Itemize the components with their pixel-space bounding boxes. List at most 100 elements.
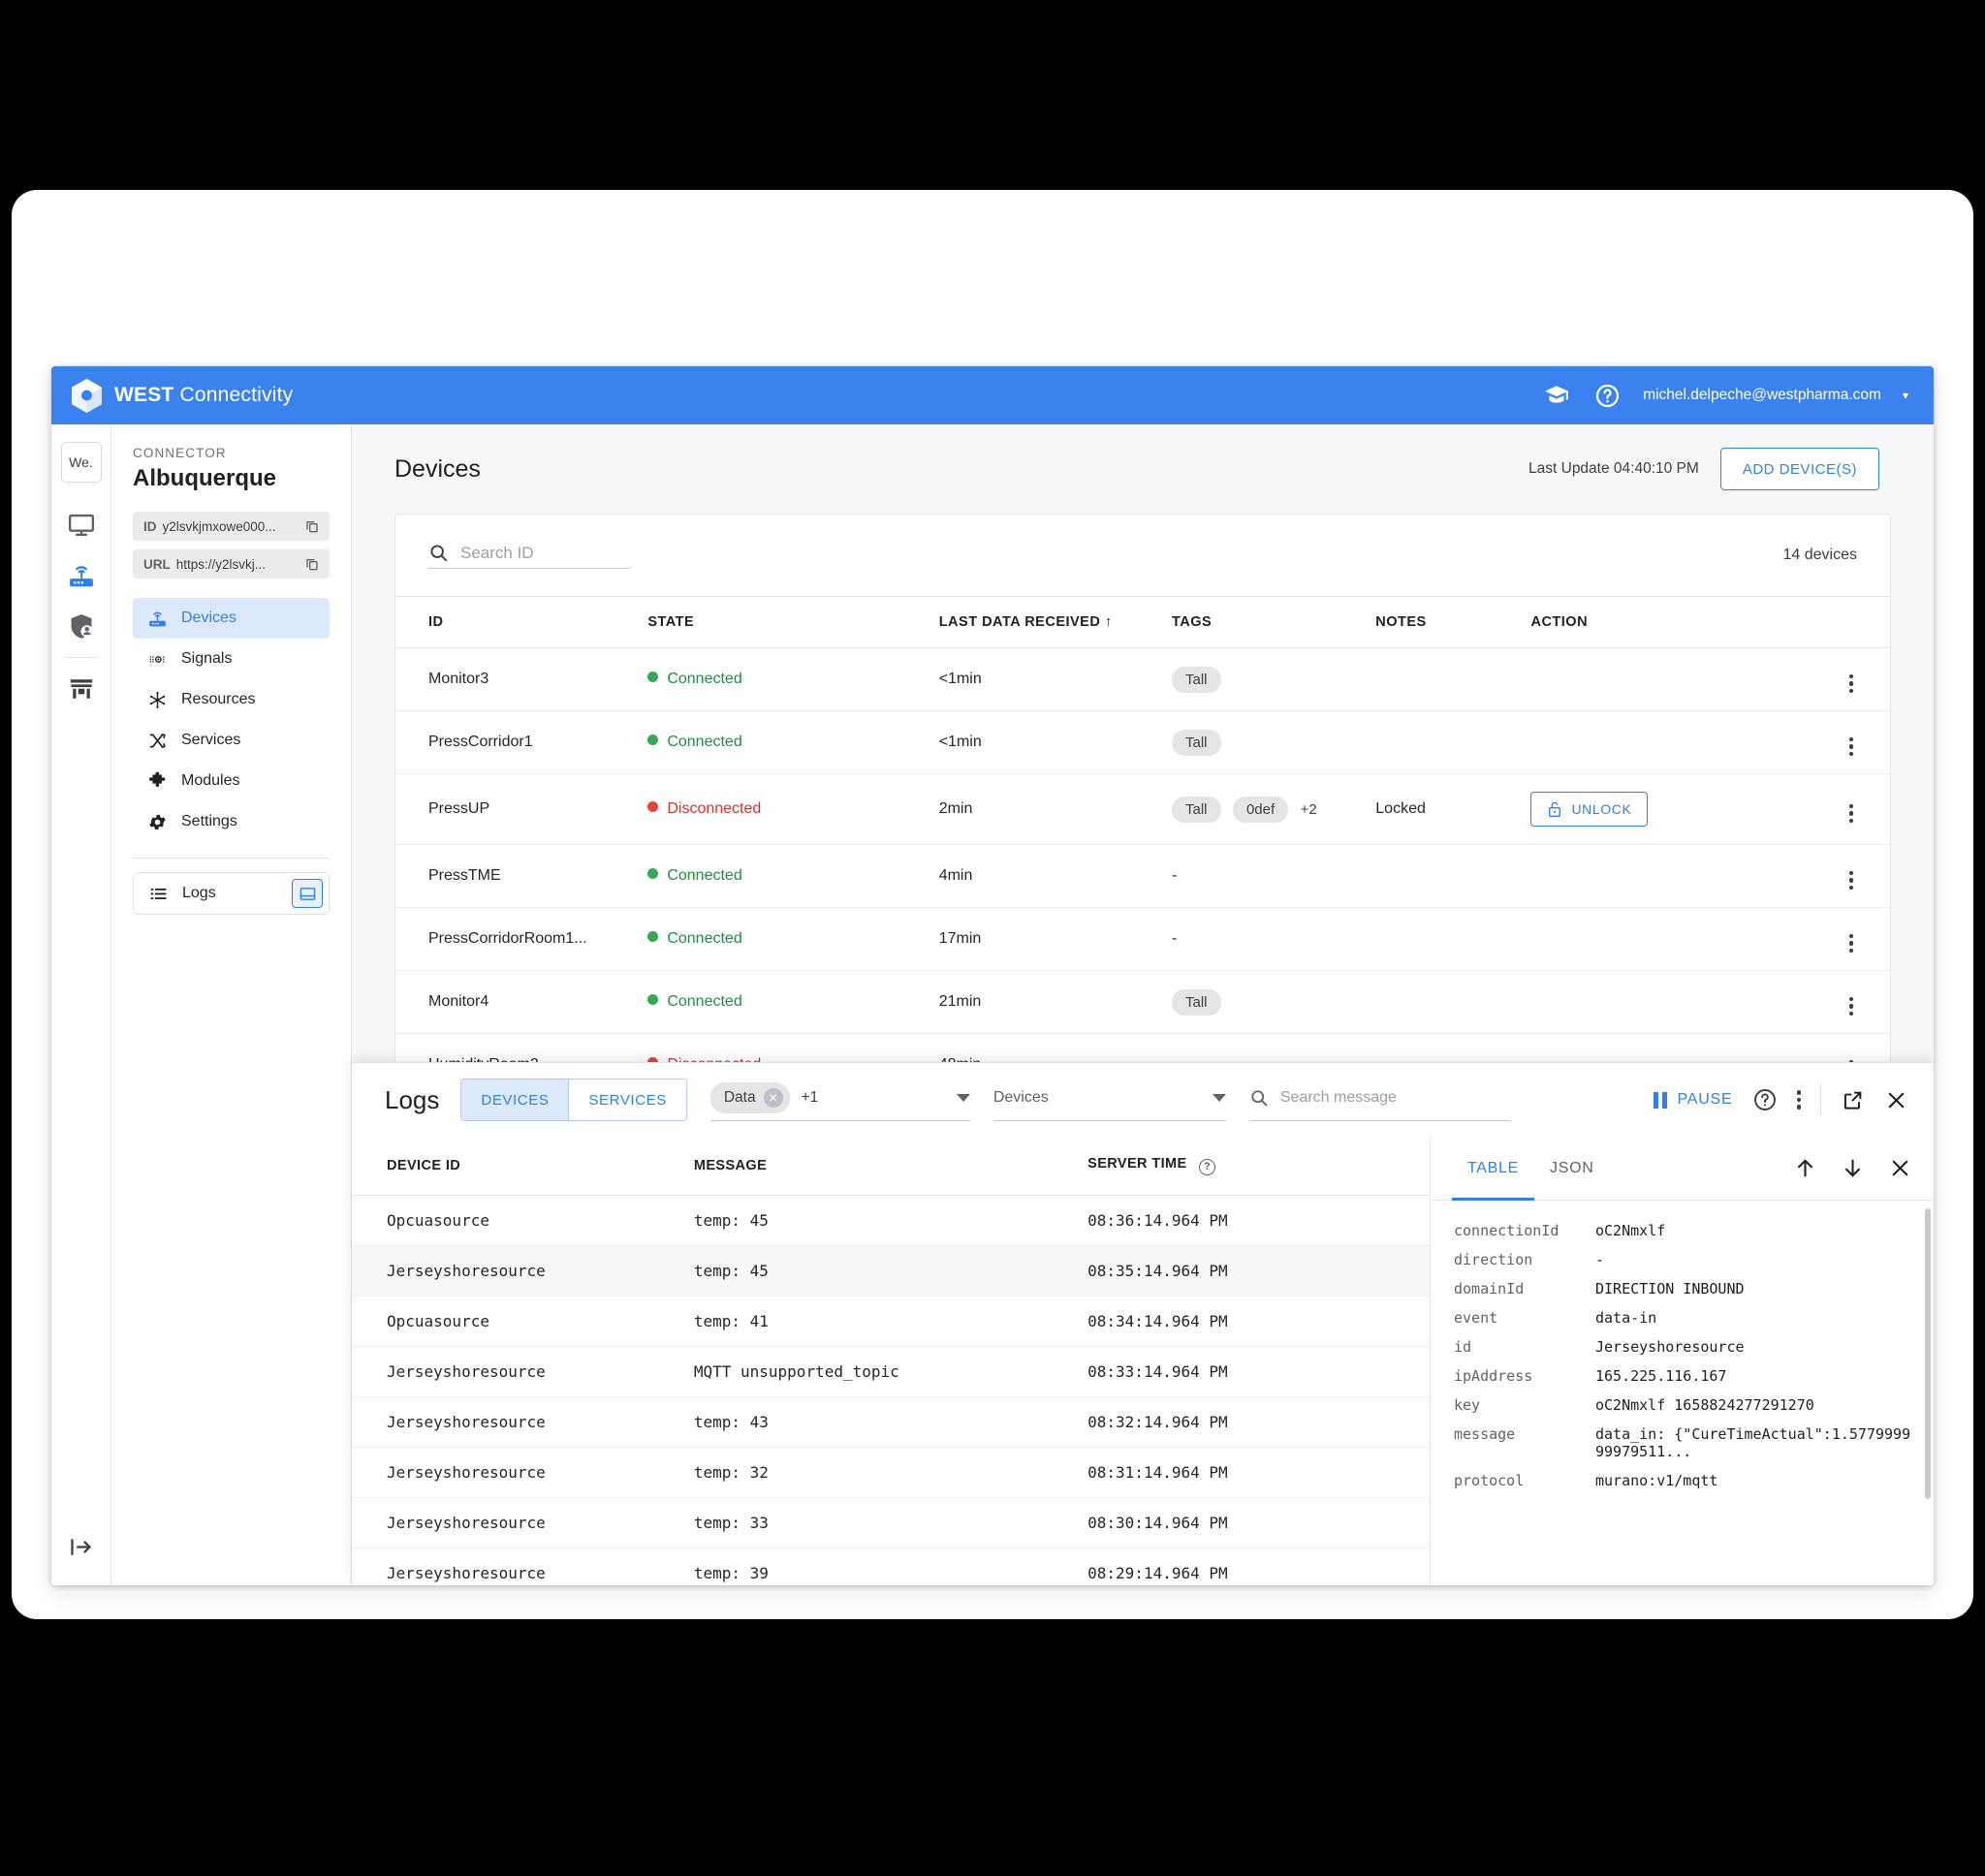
kebab-icon[interactable] [1796,1090,1801,1110]
sidebar-item-devices[interactable]: Devices [133,598,330,639]
connector-id-chip[interactable]: ID y2lsvkjmxowe000... [133,512,330,541]
cell-menu[interactable] [1802,844,1890,908]
chevron-down-icon[interactable] [1212,1094,1226,1102]
sidebar-item-signals[interactable]: Signals [133,639,330,679]
list-item[interactable]: Jerseyshoresource temp: 45 08:35:14.964 … [352,1245,1430,1297]
router-icon[interactable] [59,550,104,601]
col-notes[interactable]: NOTES [1375,596,1531,648]
table-row[interactable]: PressTME Connected 4min - [395,844,1890,908]
tab-services[interactable]: SERVICES [568,1079,686,1120]
tab-devices[interactable]: DEVICES [461,1079,569,1120]
sidebar-item-services[interactable]: Services [133,720,330,761]
arrow-down-icon[interactable] [1841,1156,1865,1180]
add-devices-button[interactable]: ADD DEVICE(S) [1719,448,1879,490]
pause-label: PAUSE [1677,1091,1733,1108]
help-circle-icon[interactable] [1752,1087,1778,1112]
cell-notes [1375,970,1531,1034]
logs-message-search[interactable] [1248,1079,1511,1121]
col-state[interactable]: STATE [647,596,939,648]
copy-icon[interactable] [302,516,322,536]
cell-menu[interactable] [1802,773,1890,845]
list-item[interactable]: Jerseyshoresource temp: 43 08:32:14.964 … [352,1396,1430,1448]
brand[interactable]: WEST Connectivity [72,378,293,413]
table-row[interactable]: Monitor4 Connected 21min Tall [395,970,1890,1034]
col-id[interactable]: ID [395,596,648,648]
table-row[interactable]: PressCorridorRoom1... Connected 17min - [395,907,1890,971]
rail-org-button[interactable]: We. [60,442,102,483]
cell-menu[interactable] [1802,647,1890,711]
table-row[interactable]: Monitor3 Connected <1min Tall [395,647,1890,711]
store-icon[interactable] [59,664,104,714]
chevron-down-icon[interactable] [956,1094,970,1102]
logs-panel-toggle-icon[interactable] [292,879,323,908]
connector-nav: CONNECTOR Albuquerque ID y2lsvkjmxowe000… [111,424,352,1585]
kebab-icon[interactable] [1848,736,1853,756]
arrow-up-icon[interactable] [1793,1156,1817,1180]
shield-user-icon[interactable] [59,601,104,651]
list-item[interactable]: Jerseyshoresource temp: 33 08:30:14.964 … [352,1497,1430,1548]
message-search-input[interactable] [1279,1089,1484,1107]
close-icon[interactable]: ✕ [763,1088,783,1108]
col-action[interactable]: ACTION [1530,596,1803,648]
log-device: Jerseyshoresource [352,1245,694,1297]
filter-chip[interactable]: Data ✕ [709,1082,790,1113]
cell-menu[interactable] [1802,710,1890,774]
close-icon[interactable] [1884,1088,1908,1112]
sidebar-item-modules[interactable]: Modules [133,761,330,801]
list-item[interactable]: Opcuasource temp: 45 08:36:14.964 PM [352,1195,1430,1246]
detail-scrollbar[interactable] [1925,1208,1931,1499]
list-item[interactable]: Jerseyshoresource MQTT unsupported_topic… [352,1346,1430,1397]
kebab-icon[interactable] [1848,870,1853,890]
kebab-icon[interactable] [1848,933,1853,953]
logs-source-toggle: DEVICES SERVICES [460,1079,687,1121]
chevron-down-icon[interactable]: ▾ [1903,389,1908,402]
graduation-cap-icon[interactable] [1542,381,1571,410]
close-icon[interactable] [1888,1156,1912,1180]
table-row[interactable]: PressCorridor1 Connected <1min Tall [395,710,1890,774]
log-device: Jerseyshoresource [352,1396,694,1448]
log-detail-panel: TABLE JSON connectionId oC2Nmxlf directi… [1431,1137,1934,1585]
device-search[interactable] [428,543,630,569]
table-row[interactable]: PressUP Disconnected 2min Tall 0def +2 L… [395,773,1890,845]
cell-last: <1min [938,647,1172,711]
sidebar-item-label: Modules [181,772,240,789]
cell-menu[interactable] [1802,970,1890,1034]
cell-tags: Tall [1172,647,1376,711]
log-time: 08:33:14.964 PM [1087,1346,1430,1397]
col-tags[interactable]: TAGS [1172,596,1376,648]
kebab-icon[interactable] [1848,803,1853,823]
logs-type-filter[interactable]: Data ✕ +1 [709,1079,970,1121]
copy-icon[interactable] [302,554,322,574]
sidebar-item-logs[interactable]: Logs [133,872,330,915]
logs-scope-select[interactable]: Devices [992,1079,1226,1121]
tab-table[interactable]: TABLE [1452,1137,1534,1201]
pause-button[interactable]: PAUSE [1654,1091,1732,1109]
col-last-data-received[interactable]: LAST DATA RECEIVED ↑ [938,596,1172,648]
open-in-new-icon[interactable] [1841,1088,1865,1112]
col-message[interactable]: MESSAGE [693,1137,1088,1196]
sidebar-item-settings[interactable]: Settings [133,801,330,842]
tab-json[interactable]: JSON [1534,1137,1609,1201]
cell-last: 4min [938,844,1172,908]
list-item[interactable]: Jerseyshoresource temp: 32 08:31:14.964 … [352,1447,1430,1498]
kebab-icon[interactable] [1848,996,1853,1016]
sidebar-item-resources[interactable]: Resources [133,679,330,720]
unlock-button[interactable]: UNLOCK [1530,792,1649,827]
kebab-icon[interactable] [1848,673,1853,693]
help-circle-icon[interactable] [1592,381,1622,410]
detail-key: connectionId [1454,1222,1560,1239]
col-server-time[interactable]: SERVER TIME ? [1087,1137,1430,1196]
list-item[interactable]: Opcuasource temp: 41 08:34:14.964 PM [352,1296,1430,1347]
col-device-id[interactable]: DEVICE ID [352,1137,694,1196]
cell-menu[interactable] [1802,907,1890,971]
help-circle-icon[interactable]: ? [1199,1158,1216,1175]
search-input[interactable] [460,543,615,563]
user-email[interactable]: michel.delpeche@westpharma.com [1643,387,1881,404]
connector-url-chip[interactable]: URL https://y2lsvkj... [133,549,330,578]
monitor-icon[interactable] [59,500,104,550]
log-message: temp: 45 [693,1195,1088,1246]
expand-panel-icon[interactable] [68,1534,94,1560]
detail-key: event [1454,1309,1498,1327]
list-item[interactable]: Jerseyshoresource temp: 39 08:29:14.964 … [352,1548,1430,1585]
log-device: Jerseyshoresource [352,1548,694,1585]
